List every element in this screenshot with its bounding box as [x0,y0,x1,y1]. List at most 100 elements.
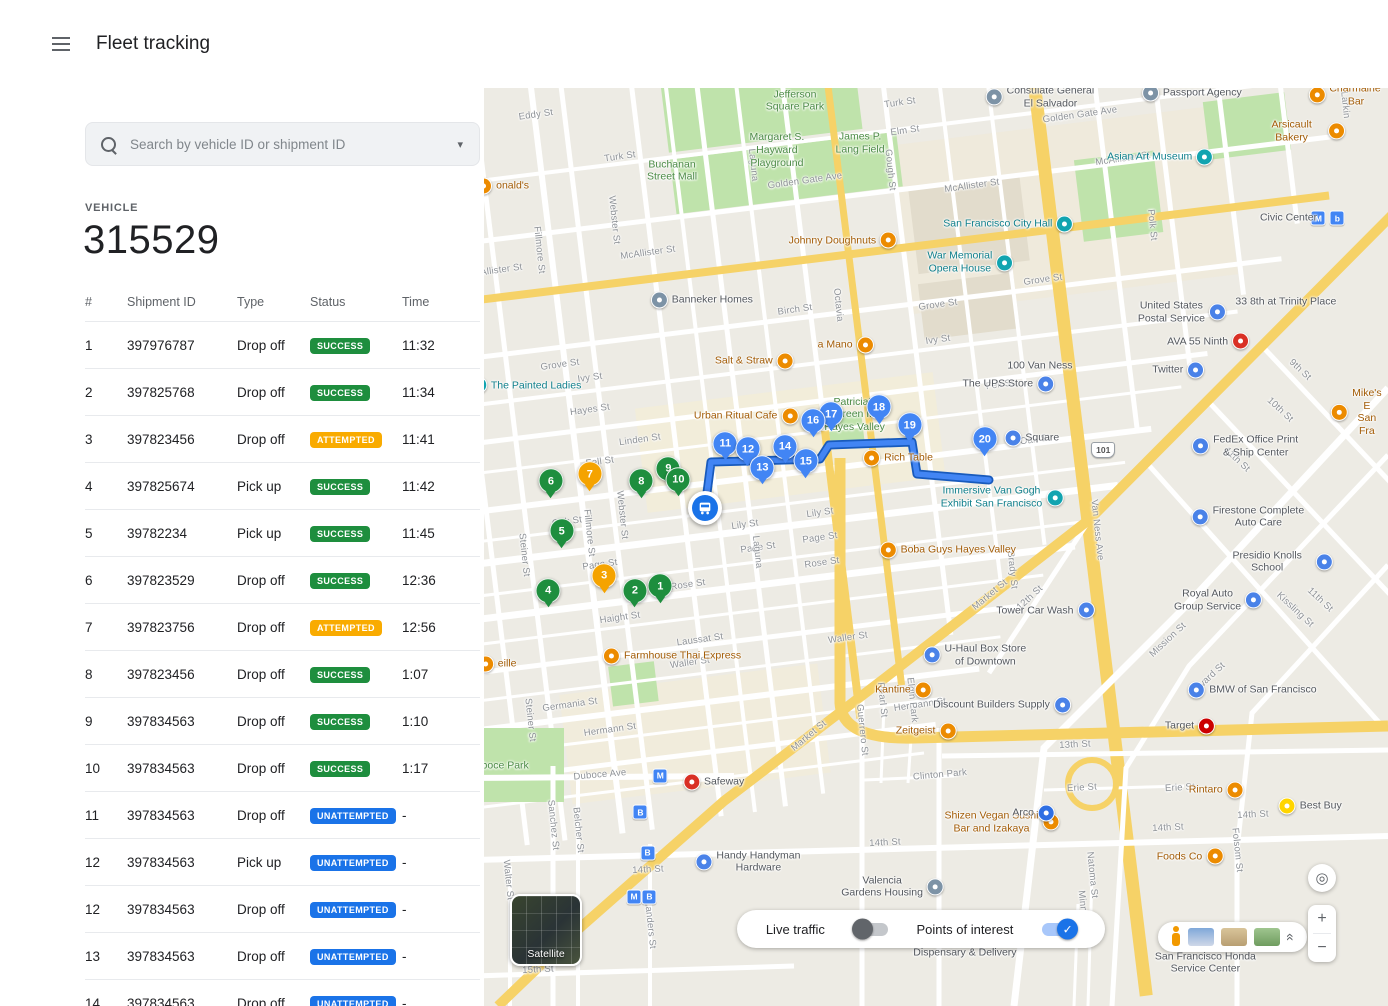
stop-marker-15[interactable]: 15 [793,448,818,473]
map-label-duboce-park[interactable]: Duboce Park [484,760,529,773]
map-label-zeitgeist[interactable]: Zeitgeist [896,722,957,739]
table-row[interactable]: 9397834563Drop offSUCCESS1:10 [85,698,480,745]
map-label-rich-table[interactable]: Rich Table [863,449,933,466]
zoom-out-button[interactable]: − [1308,934,1336,962]
map-label-civic-center[interactable]: Civic Center [1260,212,1317,225]
map-label-fedex-office-print-ship-center[interactable]: FedEx Office Print & Ship Center [1192,433,1298,458]
map-label-u-haul-box-store-of-downtown[interactable]: U-Haul Box Store of Downtown [924,643,1027,668]
stop-marker-6[interactable]: 6 [538,469,563,494]
collapse-icon[interactable]: « [1283,933,1299,941]
map-label-twitter[interactable]: Twitter [1152,361,1204,378]
map-label-san-francisco-honda-service-center[interactable]: San Francisco Honda Service Center [1155,950,1256,975]
table-row[interactable]: 13397834563Drop offUNATTEMPTED- [85,933,480,980]
photo-thumbnail[interactable] [1254,928,1280,946]
map-label-100-van-ness[interactable]: 100 Van Ness [1007,360,1072,373]
map-label-the-painted-ladies[interactable]: The Painted Ladies [484,377,581,394]
map-label-valencia-gardens-housing[interactable]: Valencia Gardens Housing [841,874,944,899]
map-label-buchanan-street-mall[interactable]: Buchanan Street Mall [647,158,697,183]
map[interactable]: Eddy StTurk StTurk StElm StGolden Gate A… [484,88,1388,1006]
table-row[interactable]: 12397834563Pick upUNATTEMPTED- [85,839,480,886]
points-of-interest-toggle[interactable]: ✓ [1042,923,1076,936]
map-label-discount-builders-supply[interactable]: Discount Builders Supply [933,696,1071,713]
map-label-best-buy[interactable]: Best Buy [1279,797,1342,814]
map-label-jefferson-square-park[interactable]: Jefferson Square Park [766,88,824,113]
table-row[interactable]: 10397834563Drop offSUCCESS1:17 [85,745,480,792]
stop-marker-3[interactable]: 3 [592,563,617,588]
map-label-square[interactable]: Square [1004,429,1059,446]
live-traffic-toggle[interactable] [854,923,888,936]
map-label-firestone-complete-auto-care[interactable]: Firestone Complete Auto Care [1192,504,1305,529]
satellite-toggle-button[interactable]: Satellite [510,894,582,966]
map-label-urban-ritual-cafe[interactable]: Urban Ritual Cafe [694,407,798,424]
map-label-boba-guys-hayes-valley[interactable]: Boba Guys Hayes Valley [880,541,1016,558]
map-label-james-p-lang-field[interactable]: James P. Lang Field [836,130,885,155]
stop-marker-13[interactable]: 13 [750,455,775,480]
search-input[interactable] [128,136,457,153]
map-label-presidio-knolls-school[interactable]: Presidio Knolls School [1223,549,1333,574]
map-label-bmw-of-san-francisco[interactable]: BMW of San Francisco [1188,682,1316,699]
map-label-33-8th-at-trinity-place[interactable]: 33 8th at Trinity Place [1235,296,1336,309]
map-label-asian-art-museum[interactable]: Asian Art Museum [1107,148,1213,165]
map-label-rintaro[interactable]: Rintaro [1189,782,1244,799]
map-label-kantine[interactable]: Kantine [875,682,932,699]
stop-marker-1[interactable]: 1 [648,573,673,598]
map-label-salt-straw[interactable]: Salt & Straw [715,352,794,369]
map-label-passport-agency[interactable]: Passport Agency [1142,88,1242,101]
menu-button[interactable] [52,33,78,55]
search-box[interactable]: ▾ [85,122,480,166]
map-label-united-states-postal-service[interactable]: United States Postal Service [1138,299,1226,324]
stop-marker-20[interactable]: 20 [972,426,997,451]
map-label-dispensary-delivery[interactable]: Dispensary & Delivery [913,946,1016,959]
map-label-ava-55-ninth[interactable]: AVA 55 Ninth [1167,333,1249,350]
stop-marker-2[interactable]: 2 [622,578,647,603]
map-label-farmhouse-thai-express[interactable]: Farmhouse Thai Express [603,648,741,665]
stop-marker-4[interactable]: 4 [536,578,561,603]
my-location-button[interactable]: ◎ [1308,864,1336,892]
map-label-consulate-general-el-salvador[interactable]: Consulate General El Salvador [986,88,1095,110]
stop-marker-7[interactable]: 7 [577,461,602,486]
stop-marker-8[interactable]: 8 [629,469,654,494]
stop-marker-10[interactable]: 10 [666,467,691,492]
table-row[interactable]: 1397976787Drop offSUCCESS11:32 [85,322,480,369]
table-row[interactable]: 539782234Pick upSUCCESS11:45 [85,510,480,557]
map-label-eille[interactable]: eille [484,655,516,672]
table-row[interactable]: 8397823456Drop offSUCCESS1:07 [85,651,480,698]
map-label-onald-s[interactable]: onald's [484,178,529,195]
vehicle-marker[interactable] [688,491,722,525]
stop-marker-16[interactable]: 16 [801,408,826,433]
stop-marker-18[interactable]: 18 [867,394,892,419]
map-label-immersive-van-gogh-exhibit-san-francisco[interactable]: Immersive Van Gogh Exhibit San Francisco [941,485,1064,510]
map-label-the-ups-store[interactable]: The UPS Store [963,375,1055,392]
map-label-handy-handyman-hardware[interactable]: Handy Handyman Hardware [695,849,800,874]
map-label-arco[interactable]: Arco [1012,805,1055,822]
map-label-tower-car-wash[interactable]: Tower Car Wash [996,602,1094,619]
map-label-margaret-s-hayward-playground[interactable]: Margaret S. Hayward Playground [749,132,804,170]
stop-marker-5[interactable]: 5 [549,518,574,543]
photo-thumbnail[interactable] [1221,928,1247,946]
table-row[interactable]: 4397825674Pick upSUCCESS11:42 [85,463,480,510]
map-label-royal-auto-group-service[interactable]: Royal Auto Group Service [1174,588,1262,613]
table-row[interactable]: 14397834563Drop offUNATTEMPTED- [85,980,480,1006]
map-label-safeway[interactable]: Safeway [683,774,744,791]
map-label-mike-s-e-san-fra[interactable]: Mike's E San Fra [1331,387,1381,437]
map-label-target[interactable]: Target [1165,718,1215,735]
table-row[interactable]: 6397823529Drop offSUCCESS12:36 [85,557,480,604]
table-row[interactable]: 2397825768Drop offSUCCESS11:34 [85,369,480,416]
zoom-in-button[interactable]: + [1308,905,1336,933]
pegman-icon[interactable] [1170,926,1181,948]
photo-thumbnail[interactable] [1188,928,1214,946]
table-row[interactable]: 7397823756Drop offATTEMPTED12:56 [85,604,480,651]
stop-marker-19[interactable]: 19 [897,413,922,438]
map-label-foods-co[interactable]: Foods Co [1157,848,1224,865]
map-label-banneker-homes[interactable]: Banneker Homes [651,292,753,309]
map-label-arsicault-bakery[interactable]: Arsicault Bakery [1259,119,1345,144]
table-row[interactable]: 11397834563Drop offUNATTEMPTED- [85,792,480,839]
table-row[interactable]: 12397834563Drop offUNATTEMPTED- [85,886,480,933]
table-row[interactable]: 3397823456Drop offATTEMPTED11:41 [85,416,480,463]
map-label-charmaine-bar[interactable]: Charmaine' Bar [1308,88,1382,108]
photo-carousel[interactable]: « [1158,922,1307,952]
dropdown-caret-icon[interactable]: ▾ [457,138,463,151]
map-label-war-memorial-opera-house[interactable]: War Memorial Opera House [927,250,1013,275]
map-label-san-francisco-city-hall[interactable]: San Francisco City Hall [943,215,1073,232]
map-label-a-mano[interactable]: a Mano [818,337,874,354]
